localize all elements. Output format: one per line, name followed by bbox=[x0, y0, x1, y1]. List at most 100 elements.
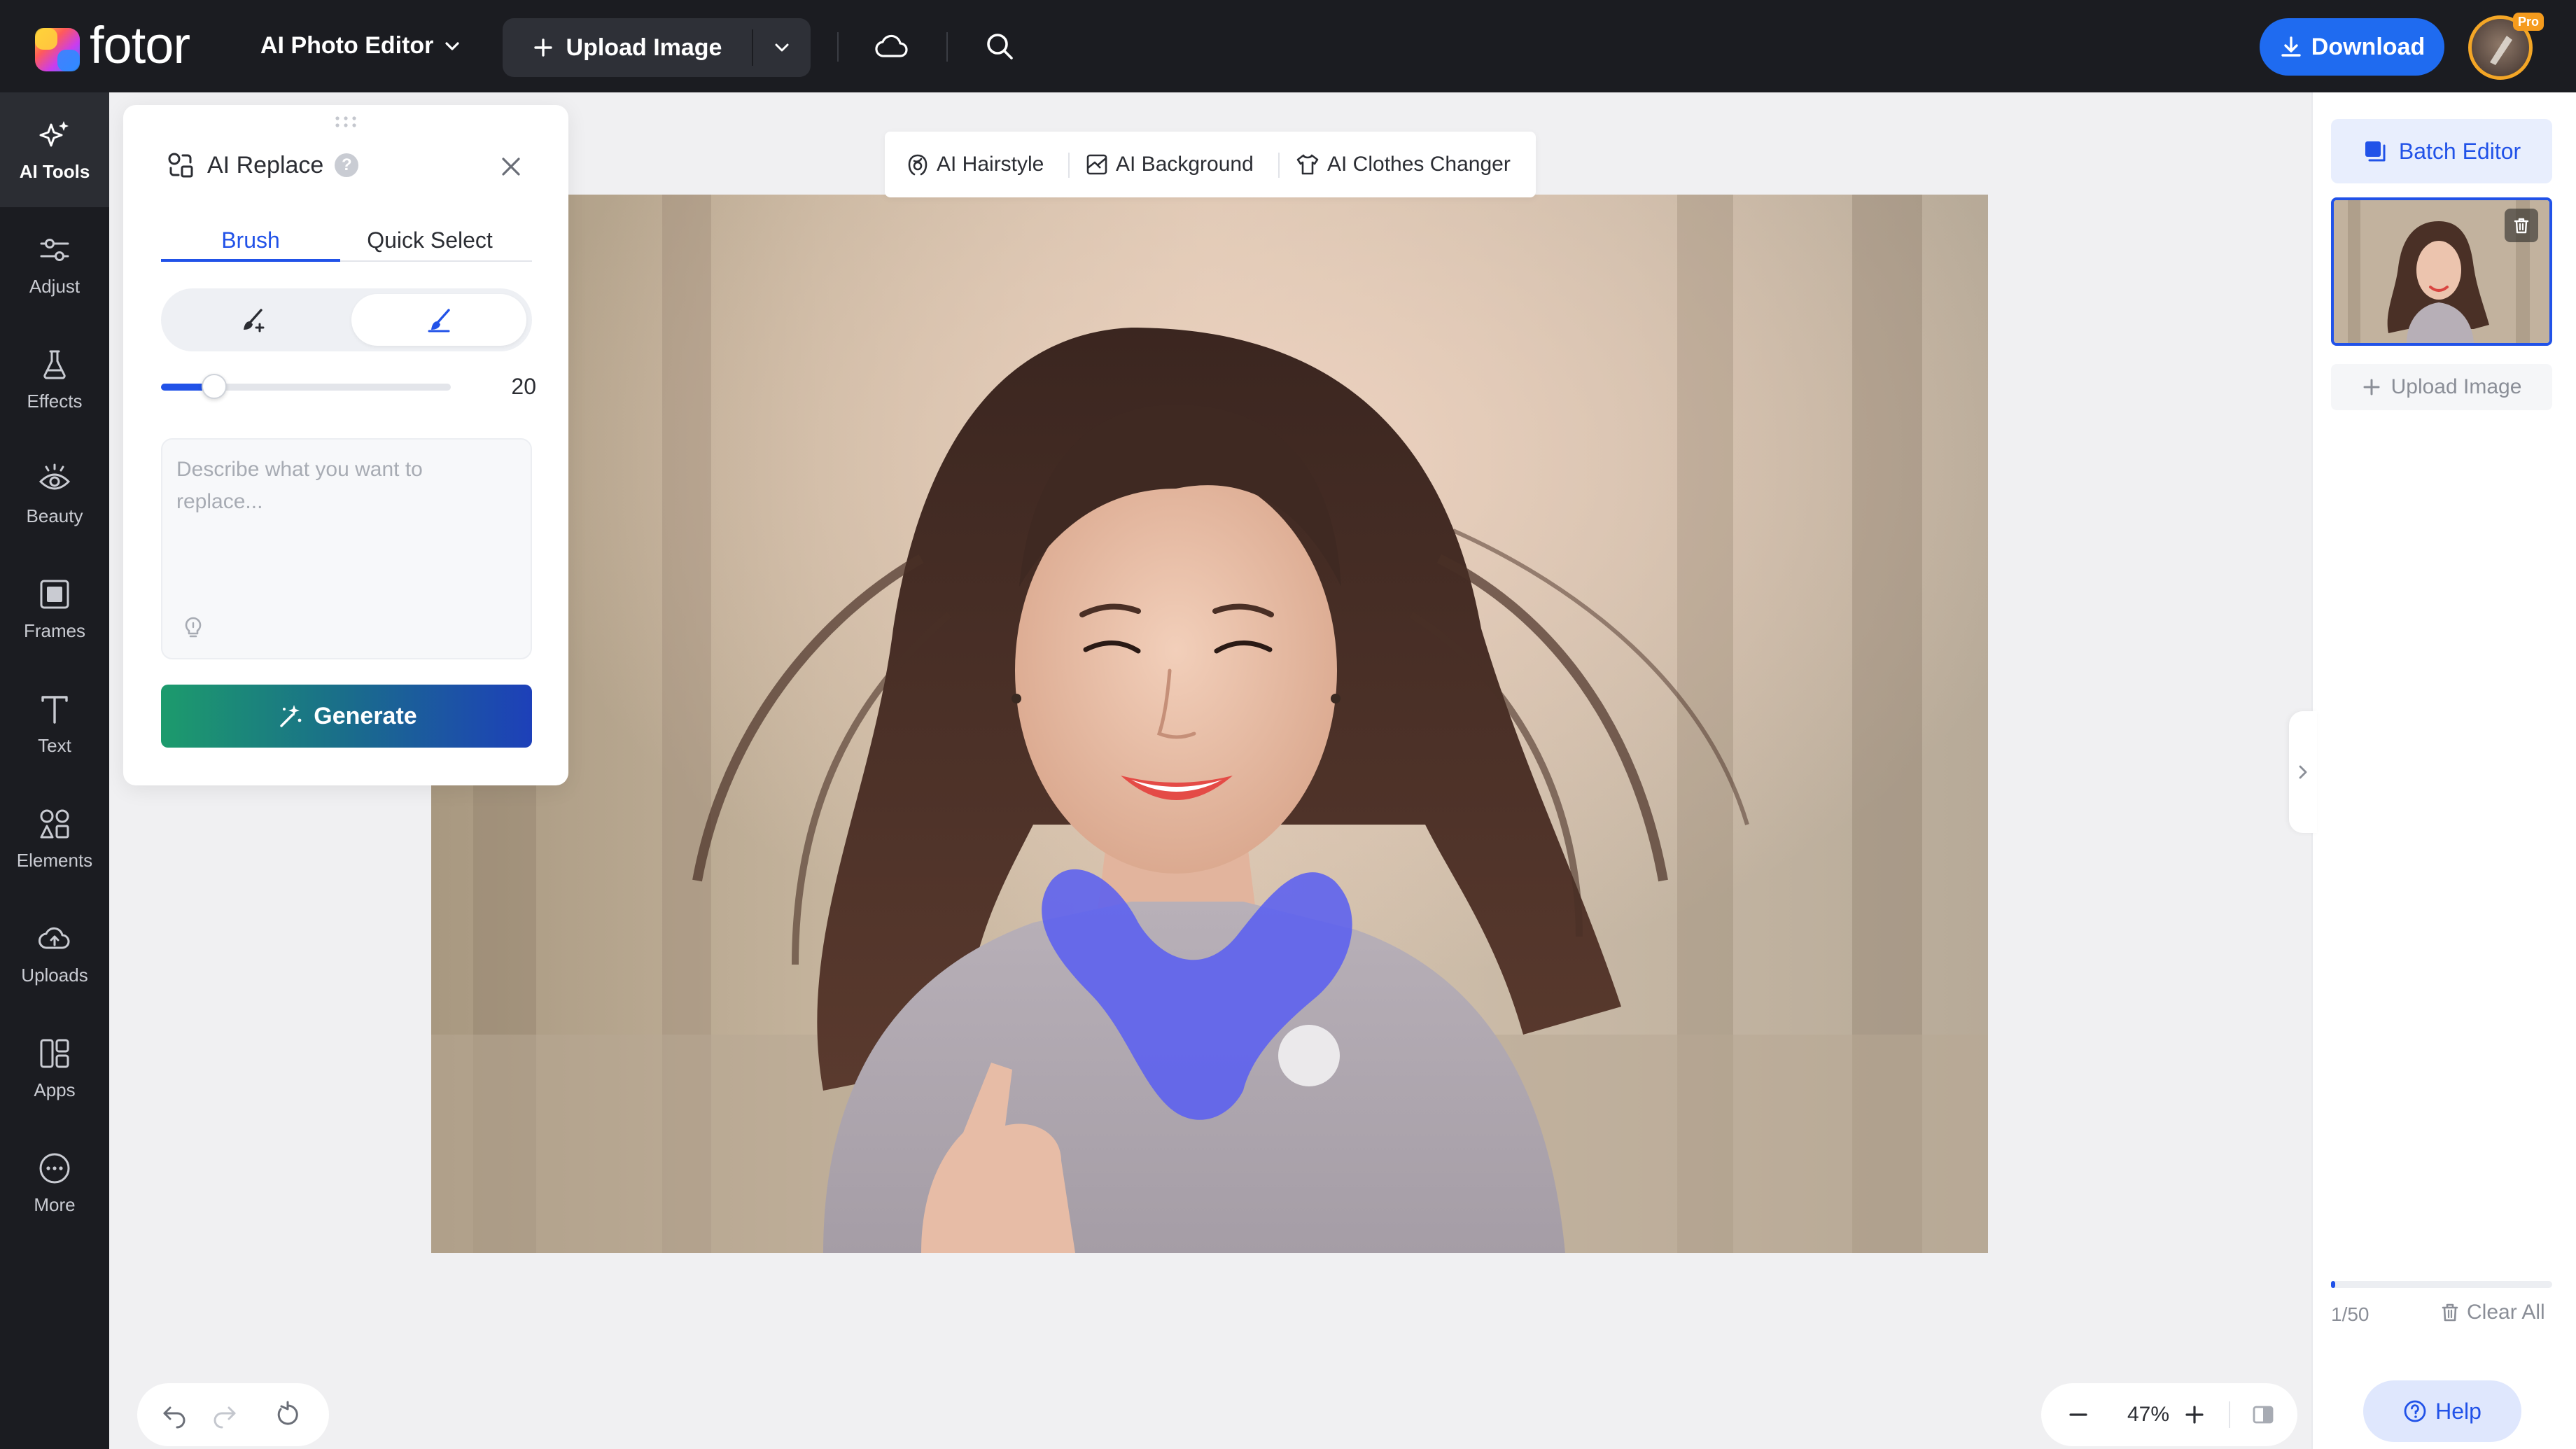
upload-image-button[interactable]: Upload Image bbox=[503, 18, 752, 77]
brush-erase-button[interactable] bbox=[351, 294, 526, 346]
hairstyle-icon bbox=[906, 153, 930, 176]
ai-replace-icon bbox=[165, 150, 196, 181]
download-button[interactable]: Download bbox=[2260, 18, 2444, 76]
rail-item-elements[interactable]: Elements bbox=[0, 781, 109, 896]
collapse-right-panel-button[interactable] bbox=[2289, 711, 2317, 833]
lightbulb-icon[interactable] bbox=[176, 610, 210, 644]
history-controls bbox=[137, 1383, 329, 1446]
batch-editor-button[interactable]: Batch Editor bbox=[2331, 119, 2552, 183]
rail-item-label: Elements bbox=[16, 849, 93, 871]
top-bar: fotor AI Photo Editor Upload Image Downl… bbox=[0, 0, 2576, 92]
clothes-icon bbox=[1295, 153, 1320, 176]
more-icon bbox=[37, 1151, 72, 1186]
rail-item-effects[interactable]: Effects bbox=[0, 322, 109, 437]
rail-item-label: Text bbox=[38, 734, 71, 756]
fotor-logo-icon bbox=[34, 27, 81, 73]
rail-item-label: Frames bbox=[23, 620, 86, 641]
brush-size-value: 20 bbox=[511, 374, 536, 399]
search-icon[interactable] bbox=[981, 28, 1018, 64]
zoom-in-icon[interactable] bbox=[2177, 1397, 2212, 1432]
quick-tools-bar: AI Hairstyle AI Background AI Clothes Ch… bbox=[885, 132, 1536, 197]
help-circle-icon bbox=[2403, 1399, 2427, 1423]
help-label: Help bbox=[2435, 1398, 2482, 1424]
rail-item-label: Beauty bbox=[26, 505, 83, 526]
download-label: Download bbox=[2311, 33, 2426, 60]
quick-tool-label: AI Hairstyle bbox=[937, 153, 1044, 176]
batch-editor-label: Batch Editor bbox=[2398, 138, 2521, 164]
text-icon bbox=[37, 692, 72, 727]
clear-all-button[interactable]: Clear All bbox=[2440, 1301, 2545, 1324]
undo-icon[interactable] bbox=[157, 1397, 192, 1432]
tab-quick-select[interactable]: Quick Select bbox=[340, 218, 519, 262]
adjust-icon bbox=[37, 232, 72, 267]
download-icon bbox=[2279, 35, 2303, 59]
trash-icon[interactable] bbox=[2505, 209, 2538, 242]
effects-icon bbox=[37, 347, 72, 382]
upload-options-dropdown[interactable] bbox=[753, 18, 811, 77]
frames-icon bbox=[37, 577, 72, 612]
rail-item-more[interactable]: More bbox=[0, 1126, 109, 1240]
help-icon[interactable]: ? bbox=[335, 153, 359, 177]
upload-image-group: Upload Image bbox=[503, 18, 811, 77]
ai-tools-icon bbox=[37, 118, 72, 153]
divider bbox=[837, 32, 839, 62]
clear-all-label: Clear All bbox=[2467, 1301, 2545, 1324]
rail-item-uploads[interactable]: Uploads bbox=[0, 896, 109, 1011]
quick-tool-label: AI Clothes Changer bbox=[1327, 153, 1511, 176]
fotor-wordmark[interactable]: fotor bbox=[90, 15, 190, 75]
ai-background-button[interactable]: AI Background bbox=[1085, 132, 1254, 197]
divider bbox=[1278, 153, 1280, 178]
ai-photo-editor-menu[interactable]: AI Photo Editor bbox=[260, 32, 461, 59]
brush-add-button[interactable] bbox=[167, 294, 342, 346]
image-count-progress-fill bbox=[2331, 1281, 2335, 1288]
rail-item-apps[interactable]: Apps bbox=[0, 1011, 109, 1126]
panel-title: AI Replace bbox=[207, 151, 324, 178]
rail-item-frames[interactable]: Frames bbox=[0, 552, 109, 666]
rail-item-label: Uploads bbox=[21, 964, 88, 986]
apps-icon bbox=[37, 1036, 72, 1071]
generate-label: Generate bbox=[314, 702, 417, 729]
upload-image-thumb-button[interactable]: Upload Image bbox=[2331, 364, 2552, 410]
replace-prompt-input[interactable] bbox=[176, 454, 512, 608]
plus-icon bbox=[2362, 377, 2381, 397]
ai-hairstyle-button[interactable]: AI Hairstyle bbox=[906, 132, 1044, 197]
rail-item-label: Effects bbox=[27, 390, 83, 412]
ai-clothes-changer-button[interactable]: AI Clothes Changer bbox=[1295, 132, 1511, 197]
quick-tool-label: AI Background bbox=[1116, 153, 1254, 176]
cloud-save-icon[interactable] bbox=[874, 28, 910, 64]
tab-brush[interactable]: Brush bbox=[161, 218, 340, 262]
rail-item-ai-tools[interactable]: AI Tools bbox=[0, 92, 109, 207]
chevron-right-icon bbox=[2296, 762, 2310, 782]
brush-mode-toggle bbox=[161, 288, 532, 351]
upload-image-label: Upload Image bbox=[2390, 375, 2522, 398]
generate-button[interactable]: Generate bbox=[161, 685, 532, 748]
pro-badge: Pro bbox=[2513, 13, 2544, 31]
rail-item-label: Adjust bbox=[29, 275, 80, 297]
help-button[interactable]: Help bbox=[2363, 1380, 2521, 1442]
rail-item-adjust[interactable]: Adjust bbox=[0, 207, 109, 322]
redo-icon[interactable] bbox=[207, 1397, 242, 1432]
batch-icon bbox=[2362, 139, 2388, 164]
brush-size-slider-handle[interactable] bbox=[202, 374, 227, 399]
zoom-out-icon[interactable] bbox=[2061, 1397, 2096, 1432]
elements-icon bbox=[37, 806, 72, 841]
divider bbox=[946, 32, 948, 62]
left-tool-rail: AI Tools Adjust Effects Beauty Frames Te… bbox=[0, 92, 109, 1449]
close-icon[interactable] bbox=[491, 147, 531, 186]
image-count-progress bbox=[2331, 1281, 2552, 1288]
upload-image-label: Upload Image bbox=[566, 34, 722, 61]
rail-item-beauty[interactable]: Beauty bbox=[0, 437, 109, 552]
prompt-box bbox=[161, 438, 532, 659]
photo-canvas[interactable] bbox=[431, 195, 1988, 1253]
rail-item-text[interactable]: Text bbox=[0, 666, 109, 781]
rail-item-label: AI Tools bbox=[19, 160, 90, 182]
chevron-down-icon bbox=[773, 38, 791, 57]
divider bbox=[2229, 1401, 2230, 1428]
reset-icon[interactable] bbox=[270, 1397, 305, 1432]
chevron-down-icon bbox=[443, 37, 461, 55]
drag-handle-icon[interactable] bbox=[333, 115, 358, 129]
compare-view-icon[interactable] bbox=[2246, 1397, 2281, 1432]
zoom-level[interactable]: 47% bbox=[2125, 1403, 2171, 1427]
tab-active-indicator bbox=[161, 259, 340, 262]
divider bbox=[1068, 153, 1070, 178]
